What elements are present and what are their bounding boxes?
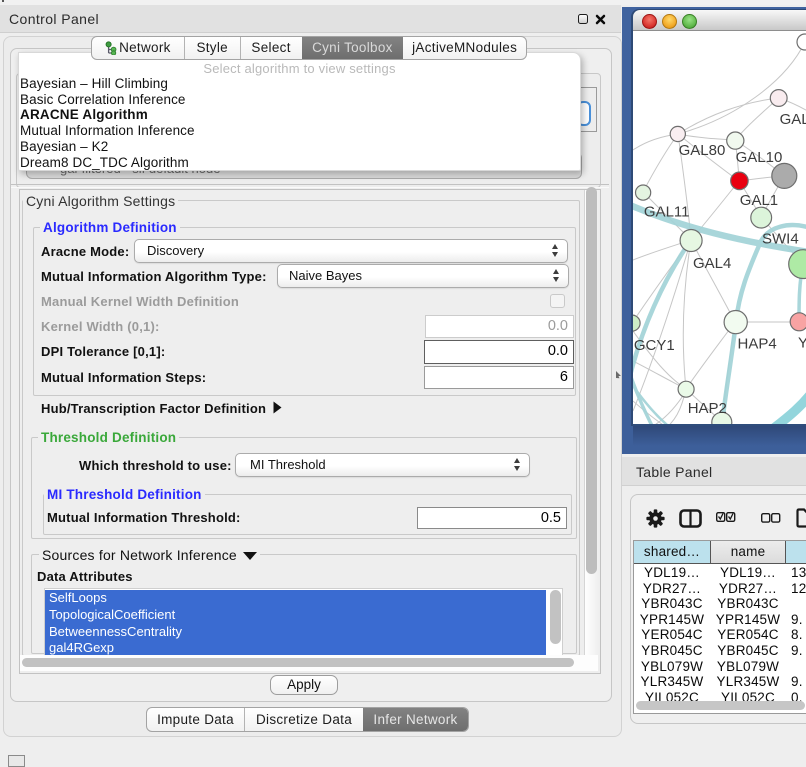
svg-text:GAL4: GAL4 bbox=[693, 255, 731, 272]
svg-text:GAL10: GAL10 bbox=[736, 149, 783, 166]
svg-text:HAP2: HAP2 bbox=[688, 400, 727, 417]
svg-text:GAL7: GAL7 bbox=[780, 111, 806, 128]
svg-text:Y: Y bbox=[798, 335, 806, 352]
svg-text:GAL11: GAL11 bbox=[644, 204, 690, 221]
svg-text:GAL80: GAL80 bbox=[679, 142, 726, 159]
svg-text:GAL1: GAL1 bbox=[740, 192, 778, 209]
svg-text:GCY1: GCY1 bbox=[634, 337, 675, 354]
svg-text:HAP4: HAP4 bbox=[738, 336, 777, 353]
svg-text:SWI4: SWI4 bbox=[762, 231, 799, 248]
